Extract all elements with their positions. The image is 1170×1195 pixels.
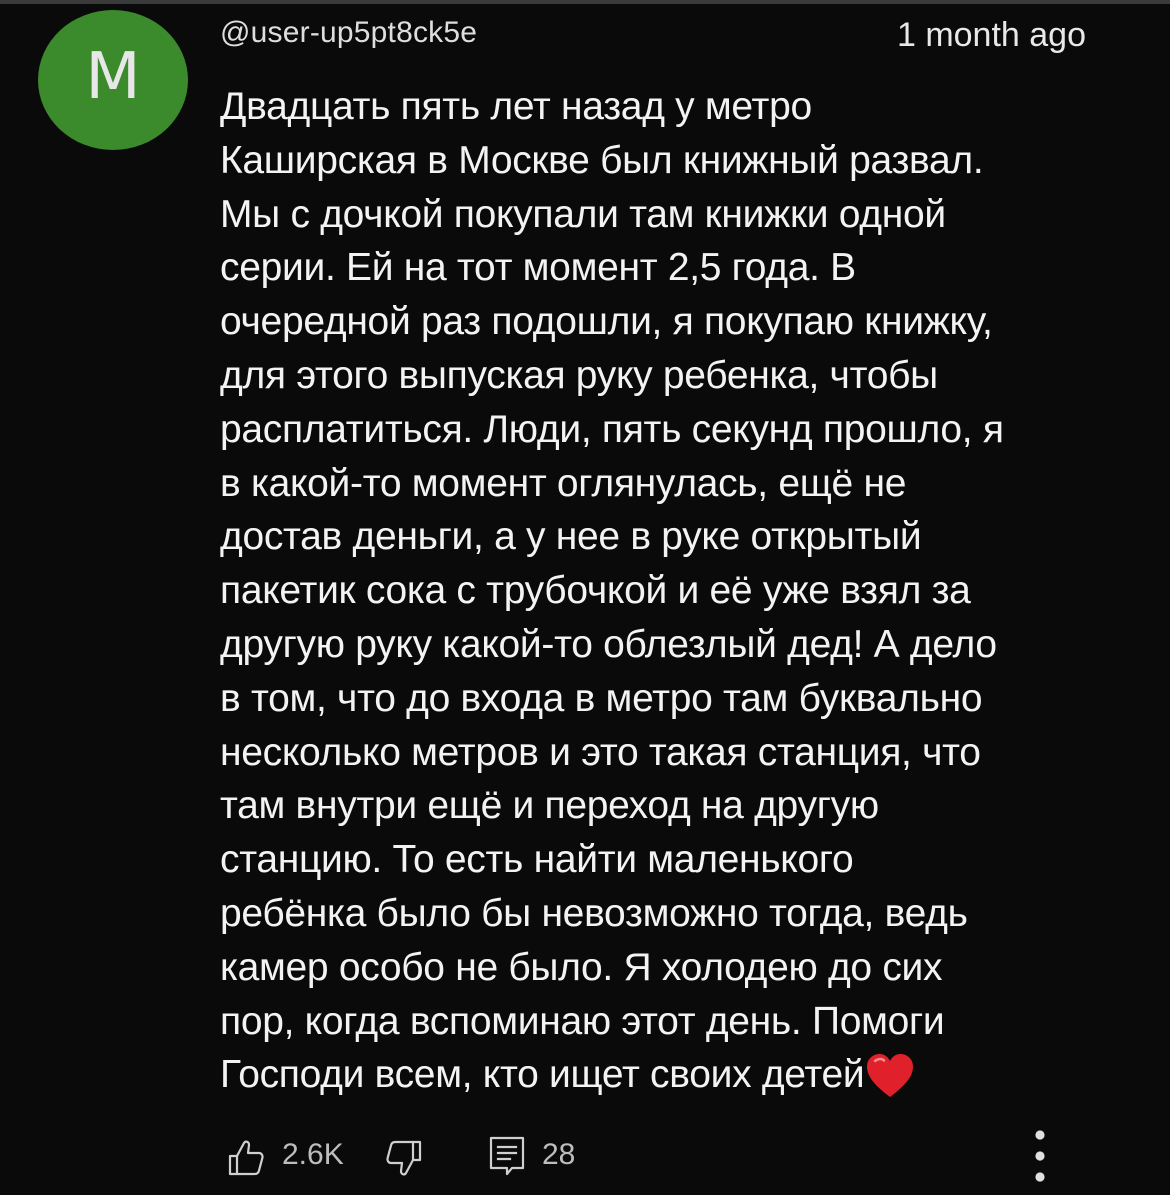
- thumb-down-icon: [386, 1140, 422, 1176]
- avatar[interactable]: M: [38, 10, 188, 150]
- comment-timestamp: 1 month ago: [896, 16, 1086, 54]
- dislike-button[interactable]: [380, 1134, 428, 1182]
- like-count: 2.6K: [282, 1138, 344, 1171]
- comment-card: M @user-up5pt8ck5e 1 month ago Двадцать …: [0, 0, 1170, 1195]
- comment-actions: 2.6K 28: [0, 1128, 1170, 1188]
- more-vertical-icon: [1035, 1130, 1045, 1182]
- reply-icon: [489, 1136, 525, 1176]
- comment-text: Двадцать пять лет назад у метро Каширска…: [220, 85, 1004, 1097]
- reply-count: 28: [542, 1138, 576, 1171]
- red-heart-emoji: [867, 1054, 914, 1098]
- comment-author[interactable]: @user-up5pt8ck5e: [220, 16, 477, 50]
- like-button[interactable]: [222, 1134, 270, 1182]
- reply-button[interactable]: [486, 1134, 528, 1178]
- more-options-button[interactable]: [1016, 1128, 1064, 1184]
- comment-body: Двадцать пять лет назад у метро Каширска…: [220, 80, 1120, 1102]
- avatar-letter: M: [85, 40, 141, 114]
- thumb-up-icon: [228, 1140, 264, 1176]
